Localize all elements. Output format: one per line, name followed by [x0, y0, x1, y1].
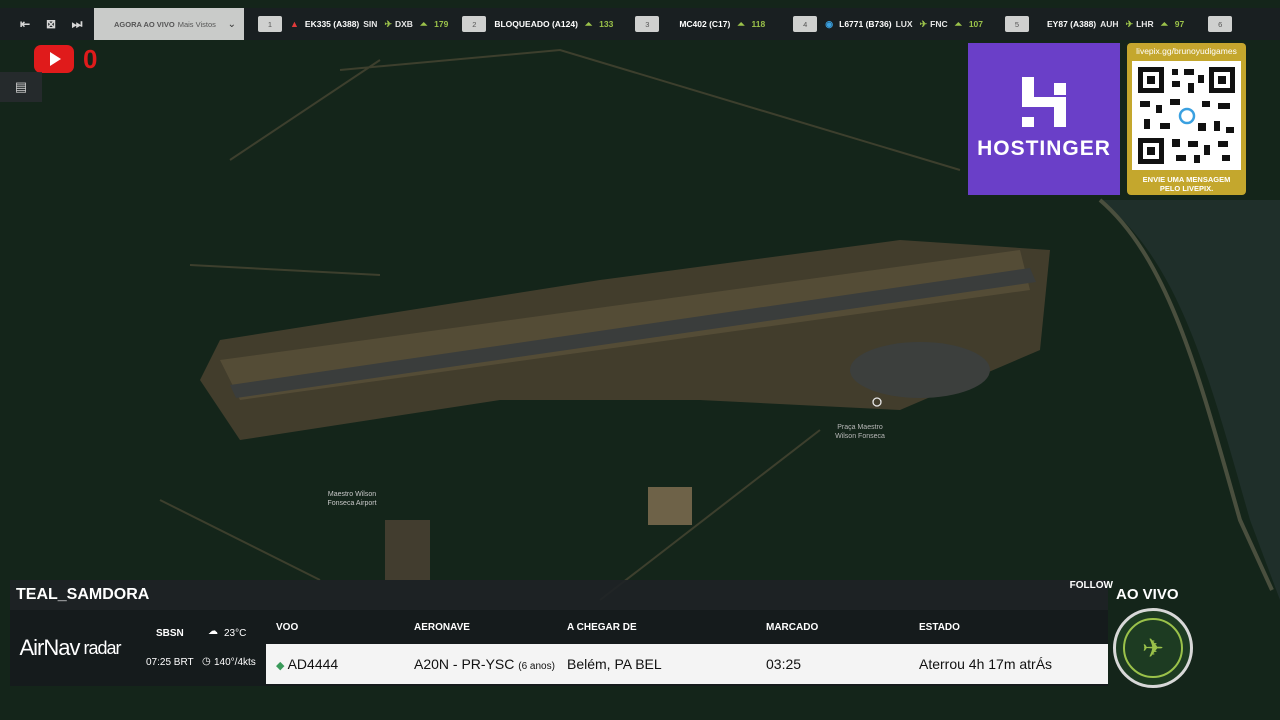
flight-rank: 6: [1208, 16, 1233, 32]
pin-label-2: Wilson Fonseca: [835, 433, 885, 440]
airnav-brand-sub: radar: [83, 637, 121, 658]
flight-altitude: 179: [434, 19, 449, 29]
flight-from: LUX: [895, 19, 913, 29]
flight-number: AD4444: [287, 656, 339, 672]
hostinger-sponsor[interactable]: HOSTINGER: [968, 43, 1120, 195]
weather-block: SBSN 07:25 BRT ☁ 23°C ◷ 140°/4kts: [130, 610, 266, 686]
youtube-icon[interactable]: [34, 45, 74, 73]
top-flight-bar: ⇤ ⊠ ⏭ AGORA AO VIVO Mais Vistos ⌄ 1 ▲ EK…: [0, 8, 1280, 40]
airline-logo-icon: ◆: [276, 660, 285, 672]
viewer-username: TEAL_SAMDORA: [16, 586, 150, 603]
local-time: 07:25 BRT: [146, 657, 194, 668]
aircraft-type: A20N - PR-YSC: [414, 656, 515, 672]
table-header: VOO AERONAVE A CHEGAR DE MARCADO ESTADO: [266, 610, 1108, 644]
flight-item-3[interactable]: 3 MC402 (C17) ⏶ 118: [635, 8, 765, 40]
altitude-icon: ⏶: [584, 18, 593, 29]
col-aeronave: AERONAVE: [414, 621, 470, 633]
flight-id: MC402 (C17): [679, 19, 731, 29]
flight-altitude: 97: [1174, 19, 1185, 29]
col-marcado: MARCADO: [766, 621, 819, 633]
flight-to: DXB: [394, 19, 413, 29]
altitude-icon: ⏶: [954, 18, 962, 29]
cloud-icon: ☁: [208, 626, 218, 637]
altitude-icon: ⏶: [737, 18, 745, 29]
flight-altitude: 107: [968, 19, 983, 29]
livepix-message: ENVIE UMA MENSAGEM PELO LIVEPIX.: [1143, 175, 1231, 193]
airport-label: Maestro Wilson: [328, 491, 376, 498]
panel-body: AirNav radar SBSN 07:25 BRT ☁ 23°C ◷ 140…: [10, 610, 1108, 686]
list-view-icon[interactable]: ▤: [0, 72, 42, 102]
close-panel-icon[interactable]: ⊠: [38, 8, 64, 40]
altitude-icon: ⏶: [419, 18, 428, 29]
flight-item-4[interactable]: 4 ◉ L6771 (B736) LUX ✈ FNC ⏶ 107: [793, 8, 983, 40]
flight-rank: 1: [258, 16, 282, 32]
flight-item-1[interactable]: 1 ▲ EK335 (A388) SIN ✈ DXB ⏶ 179: [258, 8, 448, 40]
aircraft-age: (6 anos): [518, 661, 555, 672]
wind: 140°/4kts: [214, 657, 256, 668]
flight-info-panel: TEAL_SAMDORA FOLLOW AirNav radar SBSN 07…: [10, 580, 1113, 686]
channel-badge-icon[interactable]: ✈: [1113, 608, 1193, 688]
hostinger-brand: HOSTINGER: [977, 137, 1111, 160]
airport-label-2: Fonseca Airport: [327, 500, 376, 507]
flight-id: BLOQUEADO (A124): [494, 19, 578, 29]
flight-id: EY87 (A388): [1047, 19, 1097, 29]
livepix-url: livepix.gg/brunoyudigames: [1136, 46, 1237, 56]
flight-rank: 5: [1005, 16, 1029, 32]
col-estado: ESTADO: [919, 621, 960, 633]
airport-icao: SBSN: [156, 628, 184, 639]
col-origem: A CHEGAR DE: [567, 621, 637, 633]
stream-canvas: Maestro Wilson Fonseca Airport Praça Mae…: [0, 0, 1280, 720]
flight-rank: 2: [462, 16, 487, 32]
flight-table: VOO AERONAVE A CHEGAR DE MARCADO ESTADO …: [266, 610, 1108, 686]
flight-altitude: 118: [751, 19, 766, 29]
temperature: 23°C: [224, 628, 247, 639]
aircraft-icon: ▲: [290, 19, 299, 29]
chevron-down-icon: ⌄: [227, 18, 236, 30]
cell-estado: Aterrou 4h 17m atrÁs: [919, 656, 1053, 672]
cell-origem: Belém, PA BEL: [567, 656, 662, 672]
panel-header: TEAL_SAMDORA FOLLOW: [10, 580, 1113, 610]
wind-icon: ◷: [202, 656, 211, 667]
cell-voo: ◆ AD4444: [266, 656, 414, 672]
flight-altitude: 133: [599, 19, 614, 29]
flight-to: FNC: [930, 19, 948, 29]
flight-to: LHR: [1136, 19, 1154, 29]
flight-item-2[interactable]: 2 BLOQUEADO (A124) ⏶ 133: [462, 8, 613, 40]
pin-label: Praça Maestro: [837, 424, 883, 431]
arrow-right-icon: ✈: [919, 18, 928, 29]
altitude-icon: ⏶: [1160, 18, 1168, 29]
skip-next-icon[interactable]: ⏭: [64, 8, 90, 40]
flight-item-5[interactable]: 5 EY87 (A388) AUH ✈ LHR ⏶ 97: [1005, 8, 1184, 40]
arrow-right-icon: ✈: [1125, 18, 1134, 29]
col-voo: VOO: [276, 621, 299, 633]
follow-label[interactable]: FOLLOW: [1070, 580, 1113, 591]
arrow-right-icon: ✈: [384, 18, 392, 29]
airnav-logo: AirNav radar: [10, 610, 130, 686]
qr-code-icon: [1132, 61, 1241, 170]
airnav-brand: AirNav: [19, 635, 80, 660]
flight-rank: 3: [635, 16, 660, 32]
plane-emblem-icon: ✈: [1123, 618, 1183, 678]
cell-aeronave: A20N - PR-YSC (6 anos): [414, 656, 567, 672]
youtube-counter: 0: [83, 44, 98, 74]
collapse-sidebar-icon[interactable]: ⇤: [12, 8, 38, 40]
flight-from: AUH: [1100, 19, 1119, 29]
live-dropdown[interactable]: AGORA AO VIVO Mais Vistos ⌄: [94, 8, 244, 40]
live-prefix: AGORA AO VIVO: [114, 19, 175, 29]
hostinger-logo-icon: [1022, 77, 1066, 127]
livepix-message-line-1: ENVIE UMA MENSAGEM: [1142, 175, 1231, 184]
flight-id: L6771 (B736): [839, 19, 892, 29]
livepix-message-line-2: PELO LIVEPIX.: [1159, 184, 1214, 193]
livepix-panel[interactable]: livepix.gg/brunoyudigames ENVIE UMA MENS…: [1127, 43, 1246, 195]
flight-rank: 4: [793, 16, 818, 32]
live-label: Mais Vistos: [177, 19, 216, 29]
table-row[interactable]: ◆ AD4444 A20N - PR-YSC (6 anos) Belém, P…: [266, 644, 1108, 684]
cell-marcado: 03:25: [766, 656, 802, 672]
airline-icon: ◉: [825, 18, 834, 29]
flight-item-6[interactable]: 6: [1208, 8, 1240, 40]
flight-id: EK335 (A388): [304, 19, 360, 29]
flight-from: SIN: [363, 19, 378, 29]
live-label: AO VIVO: [1116, 586, 1179, 603]
